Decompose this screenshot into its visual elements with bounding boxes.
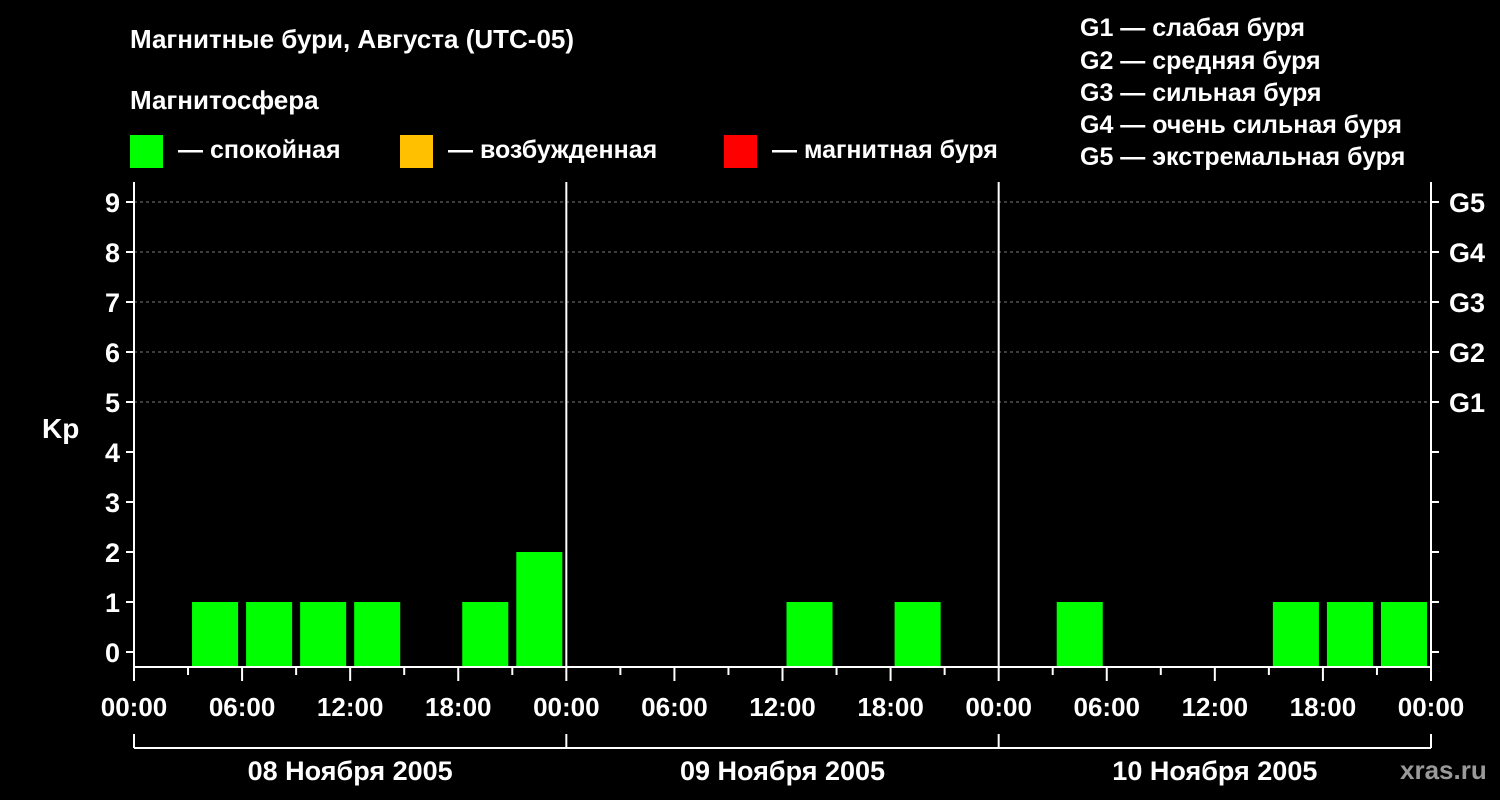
state-legend: — спокойная — возбужденная — магнитная б… — [130, 135, 998, 168]
y-tick-label: 6 — [105, 338, 120, 368]
legend-label-storm: — магнитная буря — [772, 136, 998, 164]
x-tick-label: 12:00 — [317, 692, 384, 722]
y-tick-label: 8 — [105, 238, 120, 268]
legend-swatch-storm — [724, 135, 757, 168]
y-tick-label: 7 — [105, 288, 120, 318]
g-level-label: G1 — [1449, 388, 1485, 418]
day-label: 09 Ноября 2005 — [680, 756, 885, 786]
storm-legend-g3: G3 — сильная буря — [1080, 79, 1322, 107]
g-level-label: G4 — [1449, 238, 1485, 268]
kp-chart: Магнитные бури, Августа (UTC-05) Магнито… — [42, 14, 1487, 786]
kp-bar-6 — [462, 602, 509, 667]
kp-bar-12 — [786, 602, 833, 667]
x-tick-label: 12:00 — [749, 692, 816, 722]
kp-bar-14 — [894, 602, 941, 667]
magnetosphere-label: Магнитосфера — [130, 85, 319, 115]
x-tick-label: 18:00 — [1290, 692, 1357, 722]
y-axis-label: Kp — [42, 413, 79, 444]
x-tick-label: 06:00 — [641, 692, 708, 722]
y-tick-label: 0 — [105, 638, 120, 668]
kp-bar-7 — [516, 552, 563, 667]
x-tick-label: 18:00 — [425, 692, 492, 722]
g-level-label: G5 — [1449, 188, 1485, 218]
x-tick-label: 00:00 — [101, 692, 168, 722]
x-tick-label: 06:00 — [209, 692, 276, 722]
kp-bar-2 — [246, 602, 293, 667]
x-tick-label: 00:00 — [533, 692, 600, 722]
storm-legend-g5: G5 — экстремальная буря — [1080, 143, 1405, 171]
day-label: 08 Ноября 2005 — [248, 756, 453, 786]
kp-bar-1 — [192, 602, 239, 667]
legend-label-calm: — спокойная — [178, 136, 341, 164]
y-tick-label: 4 — [105, 438, 120, 468]
kp-bar-22 — [1326, 602, 1373, 667]
x-tick-label: 00:00 — [1398, 692, 1465, 722]
kp-bar-4 — [354, 602, 401, 667]
day-label: 10 Ноября 2005 — [1112, 756, 1317, 786]
y-tick-label: 2 — [105, 538, 120, 568]
g-level-label: G2 — [1449, 338, 1485, 368]
storm-legend-g2: G2 — средняя буря — [1080, 47, 1321, 75]
y-tick-label: 9 — [105, 188, 120, 218]
bars — [192, 552, 1427, 667]
legend-swatch-disturbed — [400, 135, 433, 168]
legend-swatch-calm — [130, 135, 163, 168]
y-tick-label: 1 — [105, 588, 120, 618]
kp-bar-17 — [1056, 602, 1103, 667]
g-level-label: G3 — [1449, 288, 1485, 318]
kp-bar-23 — [1380, 602, 1427, 667]
x-tick-label: 18:00 — [857, 692, 924, 722]
y-tick-label: 5 — [105, 388, 120, 418]
grid-lines — [134, 201, 1431, 403]
storm-scale-legend: G1 — слабая буря G2 — средняя буря G3 — … — [1080, 14, 1405, 171]
watermark: xras.ru — [1400, 755, 1487, 785]
day-labels: 08 Ноября 2005 09 Ноября 2005 10 Ноября 20… — [248, 756, 1318, 786]
y-tick-label: 3 — [105, 488, 120, 518]
x-tick-label: 06:00 — [1074, 692, 1141, 722]
kp-bar-21 — [1272, 602, 1319, 667]
legend-label-disturbed: — возбужденная — [448, 136, 657, 164]
kp-bar-3 — [300, 602, 347, 667]
x-tick-label: 12:00 — [1182, 692, 1249, 722]
storm-legend-g4: G4 — очень сильная буря — [1080, 111, 1402, 139]
chart-title: Магнитные бури, Августа (UTC-05) — [130, 24, 574, 54]
x-tick-label: 00:00 — [965, 692, 1032, 722]
storm-legend-g1: G1 — слабая буря — [1080, 14, 1305, 42]
